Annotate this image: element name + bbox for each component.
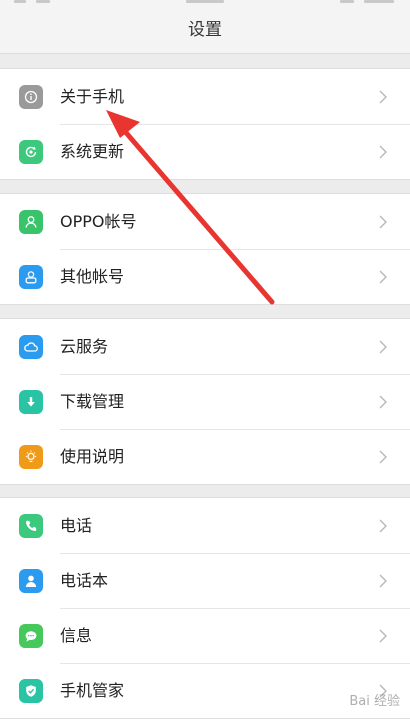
settings-item-cloud-service[interactable]: 云服务 — [0, 319, 410, 374]
info-icon — [19, 85, 43, 109]
settings-item-label: 手机管家 — [60, 681, 125, 700]
phone-icon — [19, 514, 43, 538]
settings-item-label: 云服务 — [60, 337, 109, 356]
settings-item-about-phone[interactable]: 关于手机 — [0, 69, 410, 124]
message-icon — [19, 624, 43, 648]
chevron-right-icon — [379, 340, 387, 354]
settings-item-contacts[interactable]: 电话本 — [0, 553, 410, 608]
chevron-right-icon — [379, 395, 387, 409]
settings-item-system-update[interactable]: 系统更新 — [0, 124, 410, 179]
chevron-right-icon — [379, 519, 387, 533]
settings-item-label: 电话本 — [60, 571, 109, 590]
settings-item-download-manager[interactable]: 下载管理 — [0, 374, 410, 429]
settings-item-messages[interactable]: 信息 — [0, 608, 410, 663]
settings-item-label: 系统更新 — [60, 142, 125, 161]
settings-item-label: 其他帐号 — [60, 267, 125, 286]
settings-item-label: 使用说明 — [60, 447, 125, 466]
bulb-icon — [19, 445, 43, 469]
settings-item-label: OPPO帐号 — [60, 212, 137, 231]
settings-item-label: 下载管理 — [60, 392, 125, 411]
settings-item-user-guide[interactable]: 使用说明 — [0, 429, 410, 484]
cloud-icon — [19, 335, 43, 359]
settings-group-services: 云服务 下载管理 使用说明 — [0, 318, 410, 485]
shield-icon — [19, 679, 43, 703]
download-icon — [19, 390, 43, 414]
chevron-right-icon — [379, 215, 387, 229]
settings-group-device: 关于手机 系统更新 — [0, 68, 410, 180]
page-title: 设置 — [188, 20, 222, 40]
status-bar — [0, 0, 410, 8]
settings-item-oppo-account[interactable]: OPPO帐号 — [0, 194, 410, 249]
settings-item-label: 信息 — [60, 626, 93, 645]
update-icon — [19, 140, 43, 164]
settings-header: 设置 — [0, 8, 410, 54]
settings-group-accounts: OPPO帐号 其他帐号 — [0, 193, 410, 305]
account-icon — [19, 265, 43, 289]
settings-item-label: 关于手机 — [60, 87, 125, 106]
settings-group-apps: 电话 电话本 信息 手机管家 — [0, 497, 410, 719]
settings-item-phone[interactable]: 电话 — [0, 498, 410, 553]
person-icon — [19, 210, 43, 234]
watermark-text: Bai 经验 — [349, 694, 400, 709]
chevron-right-icon — [379, 90, 387, 104]
settings-item-label: 电话 — [60, 516, 93, 535]
contacts-icon — [19, 569, 43, 593]
chevron-right-icon — [379, 450, 387, 464]
watermark: Bai 经验 — [349, 690, 400, 709]
settings-item-other-accounts[interactable]: 其他帐号 — [0, 249, 410, 304]
chevron-right-icon — [379, 145, 387, 159]
chevron-right-icon — [379, 270, 387, 284]
chevron-right-icon — [379, 629, 387, 643]
chevron-right-icon — [379, 574, 387, 588]
